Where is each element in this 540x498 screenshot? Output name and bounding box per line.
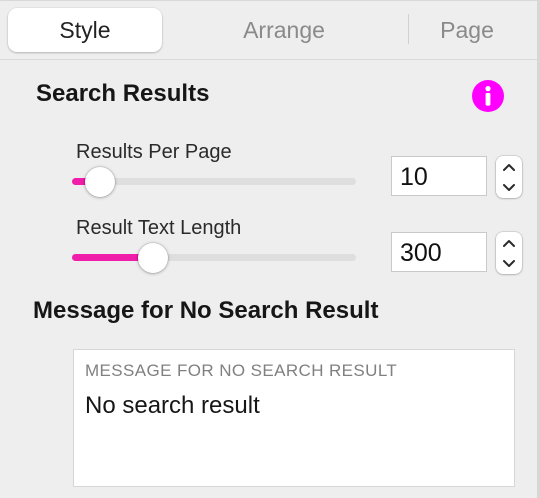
inspector-tab-bar: Style Arrange Page — [0, 0, 537, 60]
results-per-page-input[interactable]: 10 — [391, 156, 487, 196]
result-text-length-label: Result Text Length — [76, 217, 242, 239]
stepper-down-button[interactable] — [496, 253, 522, 274]
result-text-length-slider[interactable] — [72, 243, 356, 273]
tab-arrange[interactable]: Arrange — [200, 8, 368, 52]
results-per-page-stepper[interactable] — [496, 156, 522, 198]
info-icon[interactable] — [472, 80, 504, 112]
stepper-down-button[interactable] — [496, 177, 522, 198]
no-result-message-textarea[interactable]: MESSAGE FOR NO SEARCH RESULT No search r… — [73, 349, 515, 487]
tab-style[interactable]: Style — [8, 8, 162, 52]
results-per-page-label: Results Per Page — [76, 141, 232, 163]
message-field-label: MESSAGE FOR NO SEARCH RESULT — [85, 361, 398, 380]
stepper-up-button[interactable] — [496, 232, 522, 253]
chevron-down-icon — [503, 183, 515, 191]
no-result-message-heading: Message for No Search Result — [33, 297, 379, 324]
results-per-page-slider[interactable] — [72, 167, 356, 197]
result-text-length-input[interactable]: 300 — [391, 232, 487, 272]
chevron-up-icon — [503, 163, 515, 171]
stepper-up-button[interactable] — [496, 156, 522, 177]
result-text-length-stepper[interactable] — [496, 232, 522, 274]
tab-bar-divider — [0, 59, 537, 60]
slider-thumb[interactable] — [85, 167, 116, 197]
message-field-value[interactable]: No search result — [85, 392, 260, 420]
chevron-down-icon — [503, 259, 515, 267]
tab-page[interactable]: Page — [409, 8, 525, 52]
slider-thumb[interactable] — [137, 243, 168, 273]
chevron-up-icon — [503, 239, 515, 247]
search-results-heading: Search Results — [36, 80, 210, 107]
